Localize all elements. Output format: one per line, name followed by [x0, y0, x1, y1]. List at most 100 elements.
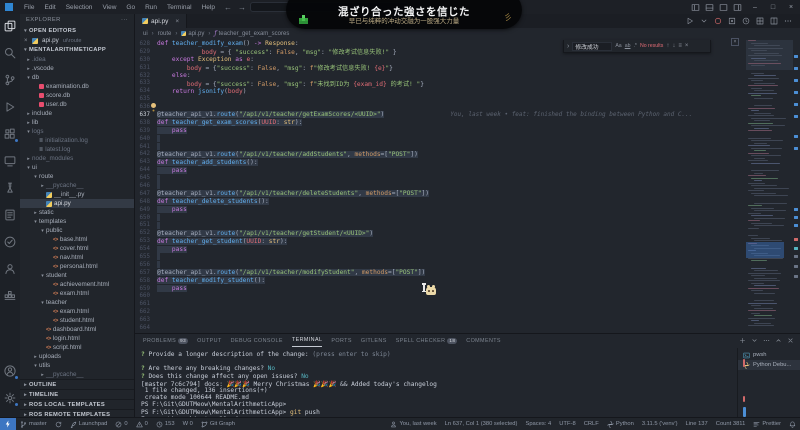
- code-line-647[interactable]: 647@teacher_api_v1.route("/api/v1/teache…: [135, 190, 746, 198]
- find-expand-icon[interactable]: ›: [567, 43, 569, 50]
- activity-remote-explorer-icon[interactable]: [2, 153, 18, 169]
- layout-c-icon[interactable]: [719, 3, 728, 12]
- tree-item-nav-html[interactable]: <>nav.html: [20, 253, 134, 262]
- menu-run[interactable]: Run: [140, 4, 162, 11]
- tree-item---pycache--[interactable]: ▸__pycache__: [20, 181, 134, 190]
- tree-item-user-db[interactable]: user.db: [20, 100, 134, 109]
- tree-item-static[interactable]: ▸static: [20, 208, 134, 217]
- layout-d-icon[interactable]: [733, 3, 742, 12]
- activity-extensions-icon[interactable]: [2, 126, 18, 142]
- find-input[interactable]: 修改成功: [572, 42, 612, 51]
- tree-item-dashboard-html[interactable]: <>dashboard.html: [20, 325, 134, 334]
- history-icon[interactable]: [742, 17, 750, 25]
- code-line-637[interactable]: 637@teacher_api_v1.route("/api/v1/teache…: [135, 111, 746, 119]
- tree-item--idea[interactable]: ▸.idea: [20, 55, 134, 64]
- tree-item-ui[interactable]: ▾ui: [20, 163, 134, 172]
- new-terminal-icon[interactable]: [739, 337, 746, 344]
- code-line-639[interactable]: 639 pass: [135, 127, 746, 135]
- match-case-icon[interactable]: Aa: [615, 43, 621, 49]
- status-bell[interactable]: [785, 421, 800, 428]
- tree-item-script-html[interactable]: <>script.html: [20, 343, 134, 352]
- menu-help[interactable]: Help: [197, 4, 220, 11]
- tree-item-initialization-log[interactable]: ≣initialization.log: [20, 136, 134, 145]
- open-editor-item[interactable]: × api.py ui\route: [20, 36, 134, 45]
- tree-item-exam-html[interactable]: <>exam.html: [20, 289, 134, 298]
- code-line-635[interactable]: 635: [135, 95, 746, 103]
- tree-item-exam-html[interactable]: <>exam.html: [20, 307, 134, 316]
- activity-notebook-icon[interactable]: [2, 207, 18, 223]
- activity-contributor-icon[interactable]: [2, 261, 18, 277]
- status-spaces--4[interactable]: Spaces: 4: [521, 421, 555, 427]
- section-outline[interactable]: ▸OUTLINE: [20, 379, 134, 389]
- terminal[interactable]: ? Provide a longer description of the ch…: [135, 348, 735, 417]
- layout-controls[interactable]: [691, 0, 742, 14]
- status-crlf[interactable]: CRLF: [580, 421, 603, 427]
- tree-item-public[interactable]: ▾public: [20, 226, 134, 235]
- tree-item-api-py[interactable]: api.py: [20, 199, 134, 208]
- breadcrumb[interactable]: ui›route›api.py›ƒteacher_get_exam_scores: [135, 28, 740, 39]
- menu-view[interactable]: View: [97, 4, 121, 11]
- live-server-icon[interactable]: [714, 17, 722, 25]
- menu-selection[interactable]: Selection: [61, 4, 98, 11]
- tree-item-db[interactable]: ▾db: [20, 73, 134, 82]
- tree-item-templates[interactable]: ▾templates: [20, 217, 134, 226]
- panel-tab-ports[interactable]: PORTS: [331, 334, 351, 347]
- run-dropdown-icon[interactable]: [700, 17, 708, 25]
- terminal-instance-python-debu---[interactable]: Python Debu...: [738, 360, 800, 370]
- code-line-652[interactable]: 652@teacher_api_v1.route("/api/v1/teache…: [135, 229, 746, 237]
- tree-item---init---py[interactable]: __init__.py: [20, 190, 134, 199]
- minimize-button[interactable]: –: [746, 4, 764, 11]
- code-line-664[interactable]: 664: [135, 324, 746, 332]
- code-line-642[interactable]: 642@teacher_api_v1.route("/api/v1/teache…: [135, 150, 746, 158]
- panel-tab-terminal[interactable]: TERMINAL: [292, 334, 322, 347]
- terminal-dropdown-icon[interactable]: [751, 337, 758, 344]
- status-utf-8[interactable]: UTF-8: [555, 421, 579, 427]
- layout-b-icon[interactable]: [705, 3, 714, 12]
- tab-close-icon[interactable]: ×: [175, 18, 179, 25]
- code-line-638[interactable]: 638def teacher_get_exam_scores(UUID: str…: [135, 119, 746, 127]
- code-line-655[interactable]: 655: [135, 253, 746, 261]
- status-153[interactable]: 153: [152, 421, 179, 428]
- activity-todo-check-icon[interactable]: [2, 234, 18, 250]
- activity-account-icon[interactable]: [2, 363, 18, 379]
- section-ros-local-templates[interactable]: ▸ROS LOCAL TEMPLATES: [20, 399, 134, 409]
- find-next-icon[interactable]: ↓: [672, 43, 675, 49]
- code-line-657[interactable]: 657@teacher_api_v1.route("/api/v1/teache…: [135, 269, 746, 277]
- close-icon[interactable]: ×: [24, 38, 30, 44]
- run-button[interactable]: [686, 17, 694, 25]
- activity-settings-icon[interactable]: [2, 390, 18, 406]
- crumb-route[interactable]: route: [158, 31, 172, 37]
- workspace-root[interactable]: ▾MENTALARITHMETICAPP: [20, 45, 134, 55]
- tree-item-route[interactable]: ▾route: [20, 172, 134, 181]
- activity-files-icon[interactable]: [2, 18, 18, 34]
- menu-terminal[interactable]: Terminal: [162, 4, 197, 11]
- status-ln-637--col-1--380-selected-[interactable]: Ln 637, Col 1 (380 selected): [441, 421, 522, 427]
- status-git-graph[interactable]: Git Graph: [197, 421, 239, 428]
- open-editors-section[interactable]: ▾OPEN EDITORS: [20, 26, 134, 36]
- maximize-panel-icon[interactable]: [775, 337, 782, 344]
- more-actions-icon[interactable]: [784, 17, 792, 25]
- tree-item-utils[interactable]: ▾utils: [20, 361, 134, 370]
- panel-tab-output[interactable]: OUTPUT: [197, 334, 222, 347]
- code-line-656[interactable]: 656: [135, 261, 746, 269]
- panel-tab-problems[interactable]: PROBLEMS93: [143, 334, 188, 347]
- regex-icon[interactable]: .*: [633, 43, 636, 49]
- tree-item-include[interactable]: ▸include: [20, 109, 134, 118]
- status-0[interactable]: 0: [111, 421, 131, 428]
- code-line-650[interactable]: 650: [135, 214, 746, 222]
- remote-indicator[interactable]: [0, 418, 16, 430]
- status-line-137[interactable]: Line 137: [682, 421, 712, 427]
- code-line-661[interactable]: 661: [135, 300, 746, 308]
- crumb-ui[interactable]: ui: [143, 31, 148, 37]
- code-line-660[interactable]: 660: [135, 293, 746, 301]
- tree-item-uploads[interactable]: ▸uploads: [20, 352, 134, 361]
- tree-item-personal-html[interactable]: <>personal.html: [20, 262, 134, 271]
- find-close-icon[interactable]: ×: [685, 43, 689, 49]
- tree-item-examination-db[interactable]: examination.db: [20, 82, 134, 91]
- crumb-api-py[interactable]: api.py: [181, 31, 204, 37]
- panel-tab-comments[interactable]: COMMENTS: [466, 334, 501, 347]
- status-3-11-5---venv--[interactable]: 3.11.5 ('venv'): [638, 421, 682, 427]
- tree-item-lib[interactable]: ▸lib: [20, 118, 134, 127]
- terminal-instance-pwsh[interactable]: pwsh: [738, 350, 800, 360]
- close-button[interactable]: ×: [782, 4, 800, 11]
